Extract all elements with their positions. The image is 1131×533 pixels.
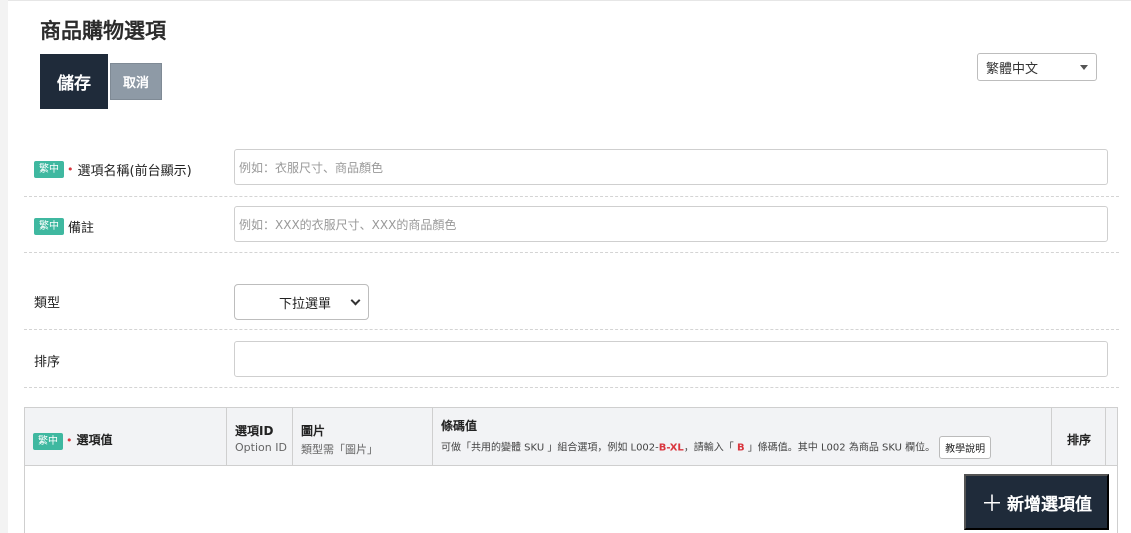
lang-badge: 繁中 bbox=[33, 433, 63, 450]
required-mark: • bbox=[67, 163, 74, 176]
note-row: 繁中 備註 例如：XXX的衣服尺寸、XXX的商品顏色 bbox=[24, 197, 1119, 253]
tutorial-button[interactable]: 教學說明 bbox=[939, 436, 992, 459]
type-select-value: 下拉選單 bbox=[279, 296, 332, 312]
barcode-hint-text: ，請輸入「 bbox=[683, 442, 737, 454]
col-image-title: 圖片 bbox=[301, 424, 326, 438]
option-values-table: 繁中 • 選項值 選項ID Option ID 圖片 類型需「圖片」 條碼值 可做「… bbox=[24, 407, 1118, 533]
main-panel: 商品購物選項 儲存 取消 繁體中文 繁中 • 選項名稱(前台顯示) 例如：衣服尺… bbox=[8, 0, 1131, 533]
note-input[interactable]: 例如：XXX的衣服尺寸、XXX的商品顏色 bbox=[234, 206, 1108, 242]
type-label: 類型 bbox=[34, 296, 61, 311]
col-barcode-title: 條碼值 bbox=[441, 419, 478, 433]
sort-row: 排序 bbox=[24, 330, 1119, 388]
language-select-value: 繁體中文 bbox=[986, 61, 1039, 77]
sort-input[interactable] bbox=[234, 341, 1108, 377]
barcode-hint-text: 可做「共用的變體 SKU 」組合選項，例如 L002- bbox=[441, 442, 659, 454]
barcode-hint-text: 」條碼值。其中 L002 為商品 SKU 欄位。 bbox=[744, 442, 936, 454]
table-header: 繁中 • 選項值 選項ID Option ID 圖片 類型需「圖片」 條碼值 可做「… bbox=[25, 408, 1117, 466]
col-option-id-title: 選項ID bbox=[235, 424, 274, 438]
col-option-value: 繁中 • 選項值 bbox=[25, 408, 227, 466]
col-barcode-hint: 可做「共用的變體 SKU 」組合選項，例如 L002-B-XL，請輸入「 B 」… bbox=[441, 436, 1051, 459]
barcode-hint-value: B bbox=[737, 442, 745, 454]
chevron-down-icon bbox=[350, 295, 361, 306]
option-name-label: 選項名稱(前台顯示) bbox=[77, 164, 192, 179]
page-title: 商品購物選項 bbox=[40, 19, 166, 43]
note-label: 備註 bbox=[68, 221, 95, 236]
col-image-sub: 類型需「圖片」 bbox=[301, 443, 378, 456]
type-select[interactable]: 下拉選單 bbox=[234, 284, 369, 320]
barcode-hint-example: B-XL bbox=[658, 442, 684, 454]
col-barcode: 條碼值 可做「共用的變體 SKU 」組合選項，例如 L002-B-XL，請輸入「… bbox=[433, 408, 1052, 466]
language-select[interactable]: 繁體中文 bbox=[977, 53, 1097, 81]
col-sort: 排序 bbox=[1052, 408, 1106, 466]
note-label-group: 繁中 備註 bbox=[34, 217, 94, 236]
col-image: 圖片 類型需「圖片」 bbox=[293, 408, 433, 466]
add-option-value-button[interactable]: ＋ 新增選項值 bbox=[964, 474, 1109, 530]
type-row: 類型 下拉選單 bbox=[24, 253, 1119, 330]
cancel-button[interactable]: 取消 bbox=[110, 63, 162, 100]
col-sort-title: 排序 bbox=[1067, 433, 1092, 447]
add-option-value-label: 新增選項值 bbox=[1007, 494, 1092, 514]
col-option-id: 選項ID Option ID bbox=[227, 408, 293, 466]
col-option-value-title: 選項值 bbox=[76, 433, 113, 447]
option-name-input[interactable]: 例如：衣服尺寸、商品顏色 bbox=[234, 149, 1108, 185]
lang-badge: 繁中 bbox=[34, 218, 64, 235]
lang-badge: 繁中 bbox=[34, 161, 64, 178]
option-name-label-group: 繁中 • 選項名稱(前台顯示) bbox=[34, 160, 192, 179]
plus-icon: ＋ bbox=[980, 491, 1003, 516]
sort-label: 排序 bbox=[34, 355, 61, 370]
option-name-row: 繁中 • 選項名稱(前台顯示) 例如：衣服尺寸、商品顏色 bbox=[24, 139, 1119, 197]
col-spacer bbox=[1106, 408, 1117, 466]
save-button[interactable]: 儲存 bbox=[40, 54, 108, 109]
col-option-id-sub: Option ID bbox=[235, 441, 287, 454]
required-mark: • bbox=[66, 434, 73, 447]
caret-down-icon bbox=[1080, 65, 1088, 70]
